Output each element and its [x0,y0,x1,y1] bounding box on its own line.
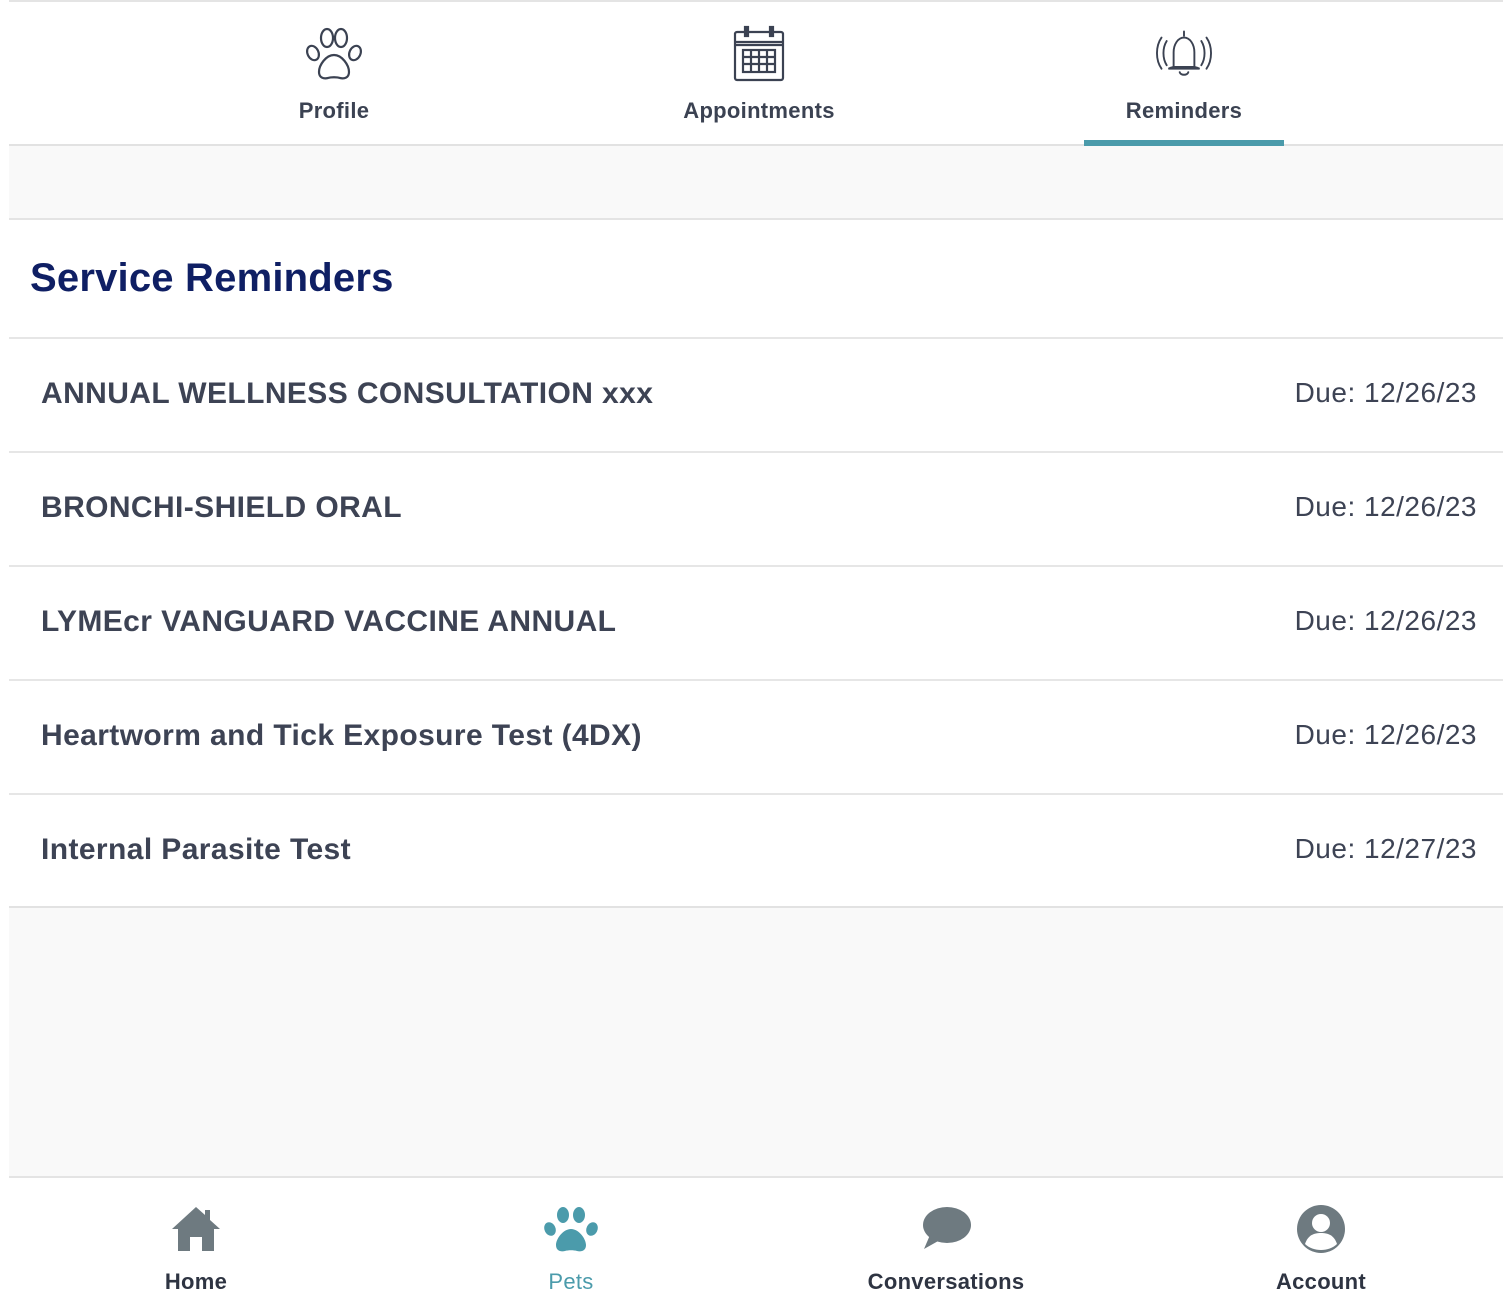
pet-tabs: Profile Appointments Reminders [9,0,1503,146]
nav-pets[interactable]: Pets [451,1178,691,1308]
reminder-name: ANNUAL WELLNESS CONSULTATION xxx [41,377,654,410]
reminder-row[interactable]: LYMEcr VANGUARD VACCINE ANNUAL Due: 12/2… [9,565,1503,679]
account-icon [1293,1204,1349,1254]
nav-conversations[interactable]: Conversations [826,1178,1066,1308]
reminder-due-date: Due: 12/26/23 [1294,719,1477,750]
reminder-row[interactable]: Internal Parasite Test Due: 12/27/23 [9,793,1503,907]
nav-label: Pets [548,1269,594,1294]
tab-label: Reminders [1125,98,1243,123]
bottom-navigation: Home Pets Conversations Account [9,1176,1503,1308]
paw-outline-icon [302,24,366,84]
reminder-name: Heartworm and Tick Exposure Test (4DX) [41,719,642,752]
tab-profile[interactable]: Profile [184,2,484,146]
home-icon [168,1204,224,1254]
active-tab-indicator [1084,140,1284,146]
nav-label: Account [1275,1269,1367,1294]
reminder-due-date: Due: 12/27/23 [1294,833,1477,864]
reminder-name: LYMEcr VANGUARD VACCINE ANNUAL [41,605,617,638]
reminder-list: ANNUAL WELLNESS CONSULTATION xxx Due: 12… [9,337,1503,907]
nav-label: Conversations [867,1269,1025,1294]
tab-reminders[interactable]: Reminders [1034,2,1334,146]
paw-icon [543,1204,599,1254]
service-reminders-card: Service Reminders ANNUAL WELLNESS CONSUL… [9,218,1503,908]
app-root: Profile Appointments Reminders Service R… [9,0,1503,1308]
reminder-name: Internal Parasite Test [41,833,352,866]
nav-home[interactable]: Home [76,1178,316,1308]
reminder-name: BRONCHI-SHIELD ORAL [41,491,402,524]
tab-label: Appointments [683,98,835,123]
bell-ringing-icon [1152,24,1216,84]
reminder-due-date: Due: 12/26/23 [1294,605,1477,636]
section-title: Service Reminders [30,256,394,300]
reminder-row[interactable]: ANNUAL WELLNESS CONSULTATION xxx Due: 12… [9,337,1503,451]
nav-label: Home [164,1269,228,1294]
tab-label: Profile [298,98,370,123]
reminder-row[interactable]: Heartworm and Tick Exposure Test (4DX) D… [9,679,1503,793]
reminder-row[interactable]: BRONCHI-SHIELD ORAL Due: 12/26/23 [9,451,1503,565]
nav-account[interactable]: Account [1201,1178,1441,1308]
tab-appointments[interactable]: Appointments [609,2,909,146]
reminder-due-date: Due: 12/26/23 [1294,491,1477,522]
calendar-icon [727,24,791,84]
chat-bubble-icon [918,1204,974,1254]
reminder-due-date: Due: 12/26/23 [1294,377,1477,408]
